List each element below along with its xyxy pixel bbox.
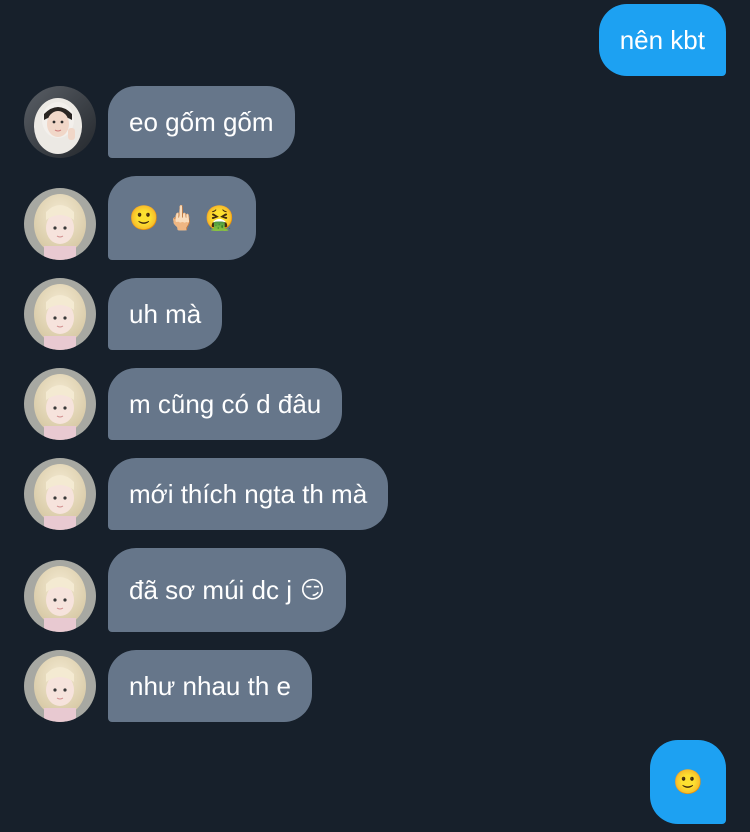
message-row: 🙂 🖕🏻 🤮 [0,176,750,260]
avatar-blonde-image [24,650,96,722]
message-text: m cũng có d đâu [129,389,322,419]
message-text: đã sơ múi dc j [129,575,292,605]
vomiting-face-emoji-icon: 🤮 [204,204,235,232]
message-row: 🙂 [0,740,750,824]
avatar[interactable] [24,86,96,158]
incoming-message-bubble[interactable]: như nhau th e [108,650,312,722]
incoming-message-bubble[interactable]: mới thích ngta th mà [108,458,389,530]
avatar[interactable] [24,188,96,260]
slightly-smiling-emoji-icon: 🙂 [673,768,703,796]
slightly-smiling-emoji-icon: 🙂 [129,204,159,232]
outgoing-message-bubble[interactable]: 🙂 [650,740,726,824]
incoming-message-bubble[interactable]: uh mà [108,278,223,350]
avatar-blonde-image [24,560,96,632]
message-row: uh mà [0,278,750,350]
outgoing-message-bubble[interactable]: nên kbt [598,4,726,76]
incoming-message-bubble[interactable]: 🙂 🖕🏻 🤮 [108,176,256,260]
avatar-blonde-image [24,188,96,260]
message-row: eo gốm gốm [0,86,750,158]
message-row: đã sơ múi dc j 😏 [0,548,750,632]
message-row: như nhau th e [0,650,750,722]
message-row: m cũng có d đâu [0,368,750,440]
message-text: mới thích ngta th mà [129,479,368,509]
message-text: uh mà [129,299,202,329]
avatar-blonde-image [24,368,96,440]
avatar[interactable] [24,278,96,350]
avatar[interactable] [24,560,96,632]
incoming-message-bubble[interactable]: eo gốm gốm [108,86,295,158]
message-text: eo gốm gốm [129,107,274,137]
incoming-message-bubble[interactable]: m cũng có d đâu [108,368,343,440]
avatar-blonde-image [24,278,96,350]
avatar[interactable] [24,650,96,722]
avatar-blonde-image [24,458,96,530]
avatar-hood-image [24,86,96,158]
middle-finger-emoji-icon: 🖕🏻 [166,204,197,232]
incoming-message-bubble[interactable]: đã sơ múi dc j 😏 [108,548,347,632]
message-row: nên kbt [0,4,750,76]
avatar[interactable] [24,458,96,530]
message-text: như nhau th e [129,671,291,701]
avatar[interactable] [24,368,96,440]
message-text: nên kbt [619,25,705,55]
message-row: mới thích ngta th mà [0,458,750,530]
smirking-face-emoji-icon: 😏 [300,576,326,604]
